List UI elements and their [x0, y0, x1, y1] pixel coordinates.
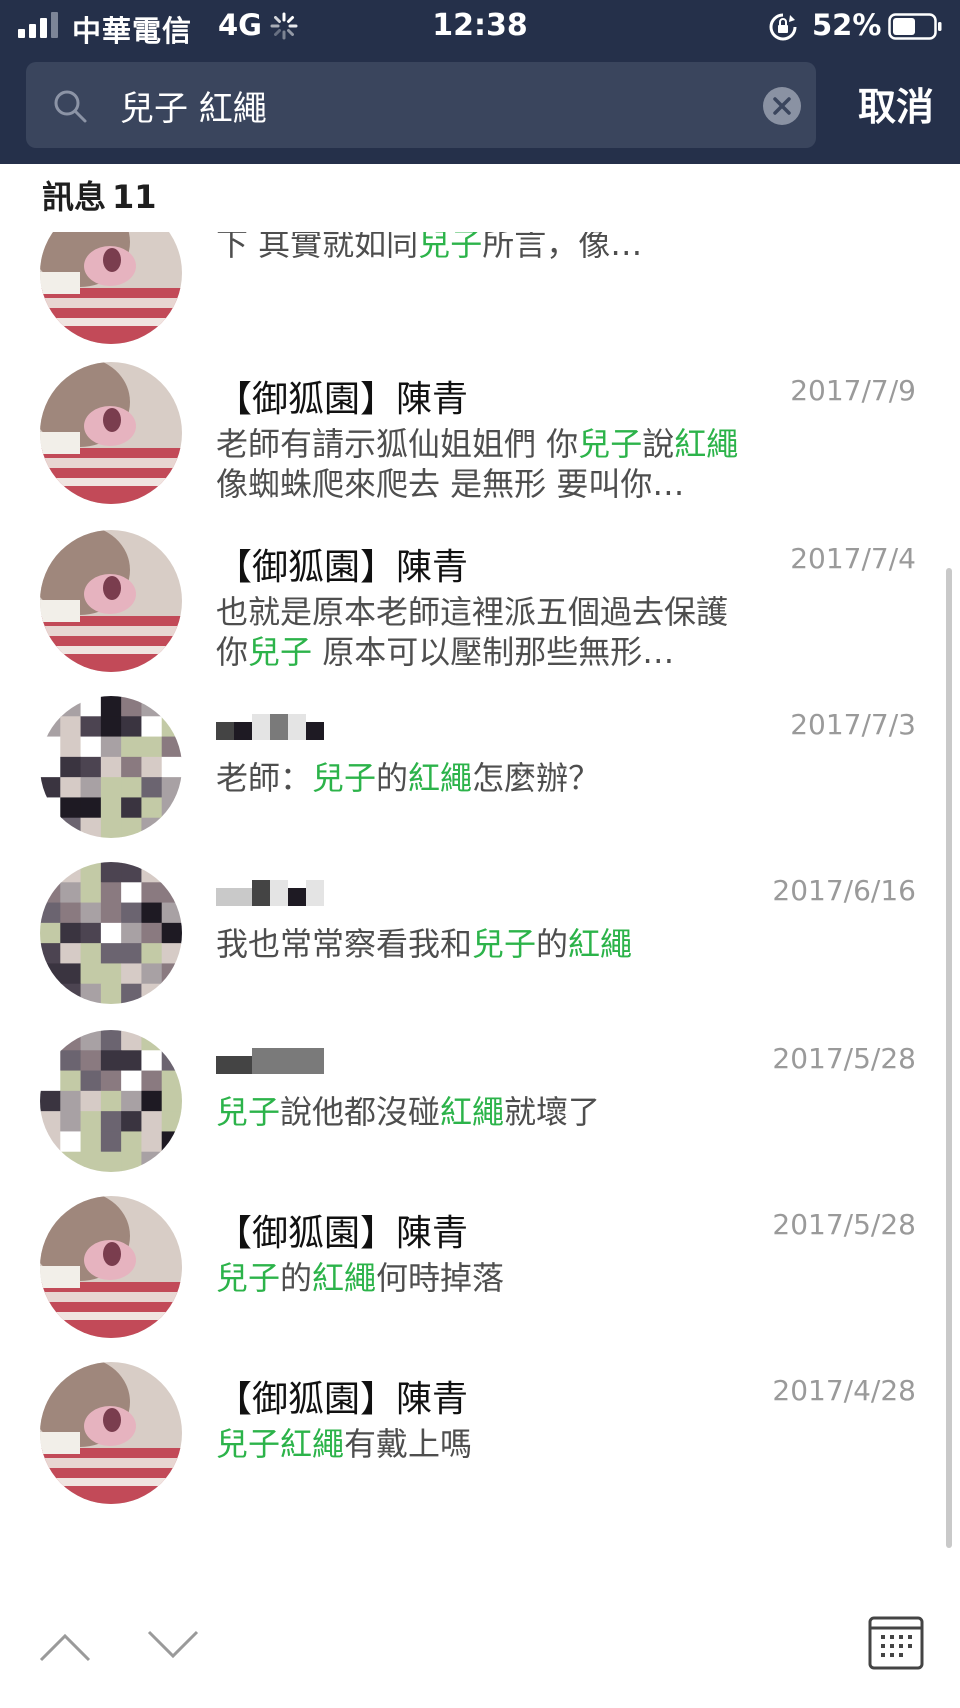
message-date: 2017/7/4	[790, 542, 916, 575]
preview-text: 怎麼辦？	[472, 759, 601, 797]
list-item[interactable]: 2017/7/3 老師：兒子的紅繩怎麼辦？	[0, 678, 960, 860]
preview-text: 老師有請示狐仙姐姐們 你	[216, 425, 579, 463]
highlight-keyword: 兒子	[472, 925, 537, 963]
preview-text: 我也常常察看我和	[216, 925, 473, 963]
avatar	[40, 232, 182, 344]
message-date: 2017/7/9	[790, 374, 916, 407]
list-item[interactable]: 【御狐園】陳青 2017/7/9 老師有請示狐仙姐姐們 你兒子說紅繩像蜘蛛爬來爬去 …	[0, 344, 960, 526]
chevron-up-icon[interactable]	[38, 1628, 92, 1664]
message-date: 2017/5/28	[772, 1042, 916, 1075]
sender-name-redacted	[216, 880, 336, 906]
preview-text: 像蜘蛛爬來爬去 是無形 要叫你…	[216, 465, 685, 503]
list-item[interactable]: 【御狐園】陳青 2017/7/4 也就是原本老師這裡派五個過去保護你兒子 原本可以壓…	[0, 512, 960, 694]
highlight-keyword: 兒子	[216, 1425, 281, 1463]
message-preview: 也就是原本老師這裡派五個過去保護你兒子 原本可以壓制那些無形…	[216, 592, 756, 672]
bottom-bar	[0, 1580, 960, 1708]
clear-icon[interactable]	[762, 86, 802, 126]
highlight-keyword: 紅繩	[568, 925, 633, 963]
highlight-keyword: 兒子	[418, 232, 483, 263]
cancel-button[interactable]: 取消	[836, 78, 956, 136]
highlight-keyword: 紅繩	[312, 1259, 377, 1297]
chevron-down-icon[interactable]	[146, 1628, 200, 1664]
preview-text: 何時掉落	[376, 1259, 505, 1297]
avatar	[40, 362, 182, 504]
list-item[interactable]: 【御狐園】陳青 2017/4/28 兒子紅繩有戴上嗎	[0, 1344, 960, 1526]
preview-text: 有戴上嗎	[344, 1425, 473, 1463]
list-item[interactable]: 2017/6/16 我也常常察看我和兒子的紅繩	[0, 844, 960, 1026]
message-date: 2017/6/16	[772, 874, 916, 907]
highlight-keyword: 兒子	[216, 1259, 281, 1297]
highlight-keyword: 兒子	[578, 425, 643, 463]
sender-name: 【御狐園】陳青	[216, 1379, 469, 1420]
avatar	[40, 1362, 182, 1504]
avatar	[40, 862, 182, 1004]
message-date: 2017/4/28	[772, 1374, 916, 1407]
sender-name: 【御狐園】陳青	[216, 1213, 469, 1254]
highlight-keyword: 兒子	[312, 759, 377, 797]
header: 中華電信 4G 12:38 52% 兒子 紅繩 取消	[0, 0, 960, 164]
preview-text: 老師：	[216, 759, 313, 797]
search-box[interactable]	[26, 62, 816, 148]
avatar	[40, 1196, 182, 1338]
preview-text: 所言，像…	[482, 232, 643, 263]
message-preview: 老師有請示狐仙姐姐們 你兒子說紅繩像蜘蛛爬來爬去 是無形 要叫你…	[216, 424, 756, 504]
sender-name-redacted	[216, 1048, 336, 1074]
sender-name: 【御狐園】陳青	[216, 547, 469, 588]
list-item[interactable]: 【御狐園】陳青 2017/5/28 兒子的紅繩何時掉落	[0, 1178, 960, 1360]
preview-text: 原本可以壓制那些無形…	[312, 633, 675, 671]
message-preview: 老師：兒子的紅繩怎麼辦？	[216, 758, 756, 798]
highlight-keyword: 紅繩	[674, 425, 739, 463]
rotation-lock-icon	[769, 13, 797, 41]
sender-name: 【御狐園】陳青	[216, 379, 469, 420]
calendar-icon[interactable]	[868, 1614, 924, 1670]
message-preview: 昨天傍晚我突然感覺手上紅繩動了一下 其實就如同兒子所言，像…	[216, 232, 756, 264]
search-input[interactable]	[120, 76, 760, 134]
search-icon	[54, 90, 87, 123]
avatar	[40, 696, 182, 838]
section-header: 訊息 11	[42, 172, 163, 218]
status-bar: 中華電信 4G 12:38 52%	[0, 0, 960, 54]
message-date: 2017/7/3	[790, 708, 916, 741]
preview-text: 說	[642, 425, 675, 463]
list-item[interactable]: 2017/5/28 兒子說他都沒碰紅繩就壞了	[0, 1012, 960, 1194]
preview-text: 說他都沒碰	[280, 1093, 441, 1131]
highlight-keyword: 兒子	[216, 1093, 281, 1131]
message-preview: 兒子的紅繩何時掉落	[216, 1258, 756, 1298]
preview-text: 的	[536, 925, 569, 963]
scrollbar[interactable]	[946, 568, 952, 1548]
results-list[interactable]: 昨天傍晚我突然感覺手上紅繩動了一下 其實就如同兒子所言，像… 【御狐園】陳青 201…	[0, 232, 960, 1580]
preview-text: 的	[280, 1259, 313, 1297]
message-date: 2017/5/28	[772, 1208, 916, 1241]
highlight-keyword: 紅繩	[440, 1093, 505, 1131]
message-preview: 兒子紅繩有戴上嗎	[216, 1424, 756, 1464]
highlight-keyword: 兒子	[248, 633, 313, 671]
battery-icon	[888, 13, 942, 40]
preview-text: 的	[376, 759, 409, 797]
battery-percentage: 52%	[812, 8, 882, 42]
sender-name-redacted	[216, 714, 336, 740]
section-label: 訊息	[42, 178, 107, 216]
message-preview: 我也常常察看我和兒子的紅繩	[216, 924, 756, 964]
result-count: 11	[112, 178, 157, 216]
avatar	[40, 530, 182, 672]
message-preview: 兒子說他都沒碰紅繩就壞了	[216, 1092, 756, 1132]
preview-text: 就壞了	[504, 1093, 601, 1131]
avatar	[40, 1030, 182, 1172]
highlight-keyword: 紅繩	[280, 1425, 345, 1463]
highlight-keyword: 紅繩	[408, 759, 473, 797]
